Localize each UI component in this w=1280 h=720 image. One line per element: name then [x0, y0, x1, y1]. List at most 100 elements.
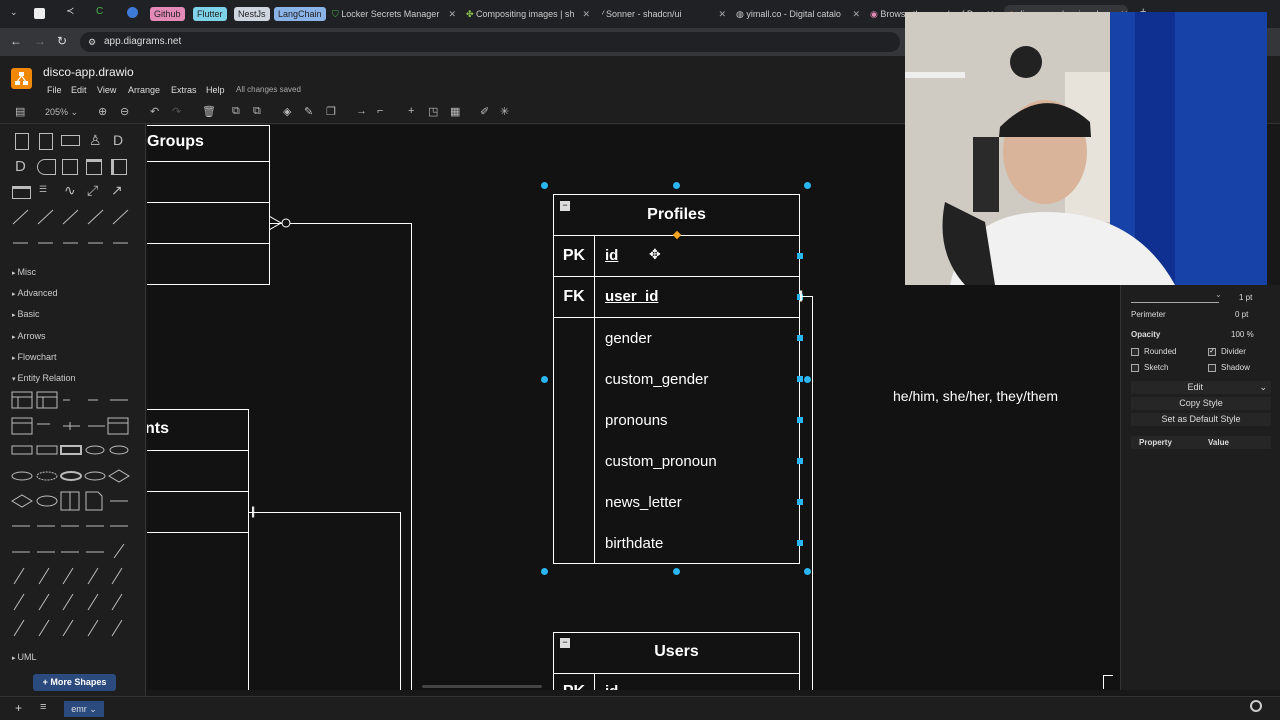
bookmark-chip-nestjs[interactable]: NestJs: [234, 7, 270, 21]
shape-list-icon[interactable]: [12, 186, 31, 199]
connection-point[interactable]: [797, 417, 803, 423]
collapse-icon[interactable]: −: [560, 201, 570, 211]
connection-point[interactable]: [797, 458, 803, 464]
connection-icon[interactable]: →: [356, 105, 367, 117]
shape-or-icon[interactable]: D: [113, 132, 123, 148]
profiles-fk-field[interactable]: user_id: [605, 288, 658, 305]
menu-file[interactable]: File: [47, 85, 62, 95]
insert-icon[interactable]: +: [408, 105, 414, 117]
category-flowchart[interactable]: ▸ Flowchart: [12, 352, 56, 362]
shapes-icon[interactable]: ◳: [428, 105, 438, 118]
menu-help[interactable]: Help: [206, 85, 225, 95]
to-back-icon[interactable]: ⧉: [253, 105, 261, 118]
forward-icon[interactable]: →: [34, 34, 46, 48]
shape-container-icon[interactable]: [86, 159, 102, 175]
profiles-field-gender[interactable]: gender: [605, 330, 652, 347]
opacity-value[interactable]: 100 %: [1231, 330, 1254, 339]
pronoun-note[interactable]: he/him, she/her, they/them: [893, 388, 1058, 404]
shape-delay-icon[interactable]: D: [15, 158, 26, 175]
er-shapes-grid[interactable]: [10, 388, 132, 644]
category-advanced[interactable]: ▸ Advanced: [12, 288, 58, 298]
resize-handle[interactable]: [804, 376, 811, 383]
partial-table[interactable]: [147, 409, 249, 690]
back-icon[interactable]: ←: [10, 34, 22, 48]
fill-color-icon[interactable]: ◈: [283, 105, 291, 118]
menu-edit[interactable]: Edit: [71, 85, 87, 95]
refresh-tab-icon[interactable]: C: [96, 6, 103, 17]
undo-icon[interactable]: ↶: [150, 105, 159, 118]
tab-locker[interactable]: ⛉ Locker Secrets Manager ✕: [332, 5, 456, 23]
collapse-icon[interactable]: −: [560, 638, 570, 648]
shape-tape-icon[interactable]: [37, 159, 56, 175]
delete-icon[interactable]: 🗑: [202, 105, 216, 118]
divider-checkbox[interactable]: ✓: [1208, 348, 1216, 356]
category-misc[interactable]: ▸ Misc: [12, 267, 36, 277]
shape-curve-icon[interactable]: ∿: [64, 182, 76, 199]
connection-point[interactable]: [797, 253, 803, 259]
close-tab-icon[interactable]: ✕: [448, 5, 456, 23]
notion-icon[interactable]: [34, 8, 45, 19]
shadow-checkbox[interactable]: [1208, 364, 1216, 372]
category-entity-relation[interactable]: ▾ Entity Relation: [12, 373, 76, 383]
profiles-field-birthdate[interactable]: birthdate: [605, 535, 663, 552]
shape-text-icon[interactable]: ☰: [39, 184, 47, 195]
tab-list-icon[interactable]: ⌄: [10, 7, 18, 18]
more-shapes-button[interactable]: + More Shapes: [33, 674, 116, 691]
connection-point[interactable]: [797, 335, 803, 341]
zoom-select[interactable]: 205% ⌄: [45, 107, 78, 118]
url-field[interactable]: ⚙ app.diagrams.net: [80, 32, 900, 52]
close-tab-icon[interactable]: ✕: [852, 5, 860, 23]
resize-handle[interactable]: [541, 182, 548, 189]
shadow-icon[interactable]: ❐: [326, 105, 336, 118]
table-icon[interactable]: ▦: [450, 105, 460, 118]
shape-arrow-icon[interactable]: ↗: [111, 182, 123, 199]
redo-icon[interactable]: ↷: [172, 105, 181, 118]
menu-view[interactable]: View: [97, 85, 116, 95]
close-tab-icon[interactable]: ✕: [718, 5, 726, 23]
property-header[interactable]: Property Value: [1131, 436, 1271, 449]
connection-point[interactable]: [797, 499, 803, 505]
reload-icon[interactable]: ↻: [57, 34, 67, 48]
tab-yimall[interactable]: ◍ yimall.co - Digital catalo ✕: [736, 5, 860, 23]
category-arrows[interactable]: ▸ Arrows: [12, 331, 45, 341]
github-icon[interactable]: [1250, 700, 1262, 712]
shape-page-icon[interactable]: [15, 133, 29, 150]
profiles-field-pronouns[interactable]: pronouns: [605, 412, 668, 429]
connection-point[interactable]: [797, 540, 803, 546]
shape-lines-row[interactable]: [10, 208, 130, 248]
add-page-icon[interactable]: +: [15, 701, 22, 715]
perimeter-value[interactable]: 0 pt: [1235, 310, 1248, 319]
pages-menu-icon[interactable]: ≡: [40, 701, 46, 713]
set-default-style-button[interactable]: Set as Default Style: [1131, 413, 1271, 426]
globe-tab-icon[interactable]: [127, 7, 138, 18]
bookmark-chip-langchain[interactable]: LangChain: [274, 7, 326, 21]
close-tab-icon[interactable]: ✕: [582, 5, 590, 23]
users-table[interactable]: [553, 632, 800, 690]
waypoints-icon[interactable]: ⌐: [377, 105, 383, 117]
tab-compositing[interactable]: ✤ Compositing images | sh ✕: [466, 5, 590, 23]
resize-handle[interactable]: [673, 568, 680, 575]
zoom-in-icon[interactable]: ⊕: [98, 105, 107, 118]
resize-handle[interactable]: [541, 376, 548, 383]
connection-point[interactable]: [797, 376, 803, 382]
resize-handle[interactable]: [541, 568, 548, 575]
page-tab[interactable]: emr ⌄: [64, 701, 104, 717]
line-color-icon[interactable]: ✎: [304, 105, 313, 118]
category-basic[interactable]: ▸ Basic: [12, 309, 39, 319]
shape-rect-icon[interactable]: [62, 159, 78, 175]
line-width-value[interactable]: 1 pt: [1239, 293, 1252, 302]
horizontal-scrollbar[interactable]: [422, 685, 542, 688]
shape-note-icon[interactable]: [39, 133, 53, 150]
shape-callout-icon[interactable]: [61, 135, 80, 146]
edit-style-button[interactable]: Edit ⌄: [1131, 381, 1271, 394]
to-front-icon[interactable]: ⧉: [232, 105, 240, 118]
resize-handle[interactable]: [804, 182, 811, 189]
sketch-checkbox[interactable]: [1131, 364, 1139, 372]
category-uml[interactable]: ▸ UML: [12, 652, 36, 662]
menu-arrange[interactable]: Arrange: [128, 85, 160, 95]
pen-icon[interactable]: ✐: [480, 105, 489, 118]
shape-swimlane-icon[interactable]: [111, 159, 127, 175]
zoom-out-icon[interactable]: ⊖: [120, 105, 129, 118]
profiles-field-custom-pronoun[interactable]: custom_pronoun: [605, 453, 717, 470]
resize-handle[interactable]: [804, 568, 811, 575]
